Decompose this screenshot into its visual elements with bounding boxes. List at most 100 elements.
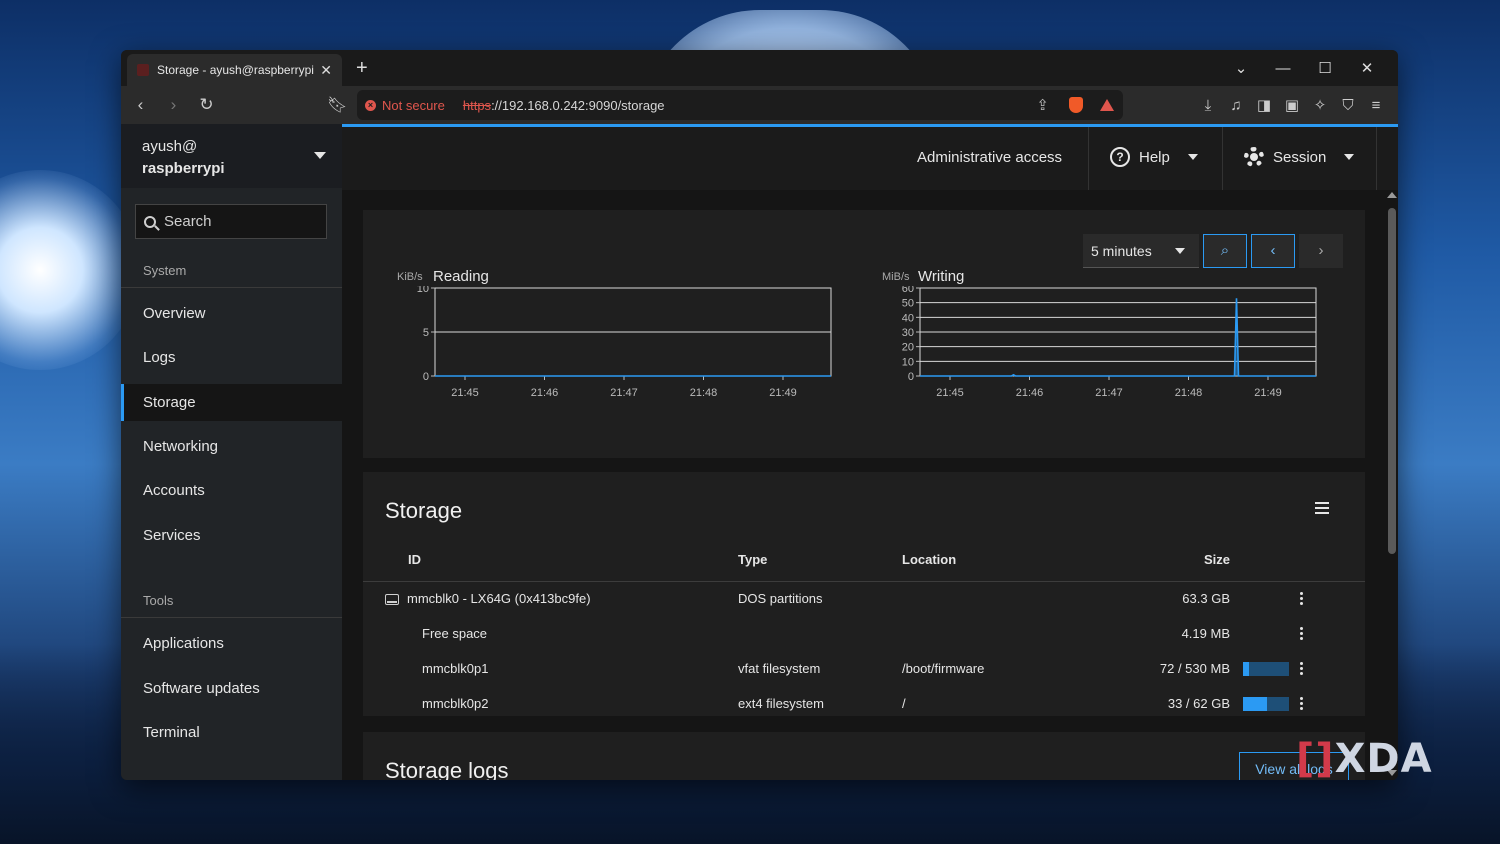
usage-bar [1243, 662, 1289, 677]
host-name: raspberrypi [142, 160, 225, 177]
favicon-icon [137, 64, 149, 76]
table-row[interactable]: mmcblk0 - LX64G (0x413bc9fe) DOS partitio… [363, 581, 1365, 616]
sidebar-item-terminal[interactable]: Terminal [121, 714, 342, 751]
sidebar-item-services[interactable]: Services [121, 517, 342, 554]
admin-access-button[interactable]: Administrative access [917, 149, 1062, 166]
menu-icon[interactable]: ≡ [1362, 97, 1390, 114]
x-tick-label: 21:48 [690, 387, 718, 399]
y-tick-label: 5 [423, 327, 429, 339]
scrollbar-thumb[interactable] [1388, 208, 1396, 554]
section-tools: Tools [143, 593, 174, 608]
storage-card: Storage ID Type Location Size mmcblk0 - … [363, 472, 1365, 716]
chevron-down-icon [314, 152, 326, 159]
kebab-icon[interactable] [1300, 697, 1304, 710]
forward-button[interactable]: › [160, 95, 187, 115]
reload-button[interactable]: ↻ [193, 95, 220, 115]
vpn-icon[interactable]: ⛉ [1334, 97, 1362, 114]
browser-tab[interactable]: Storage - ayush@raspberrypi ✕ [127, 54, 342, 86]
download-icon[interactable]: ⤓ [1194, 97, 1222, 114]
sidebar-item-overview[interactable]: Overview [121, 295, 342, 332]
row-type: vfat filesystem [738, 661, 821, 676]
previous-range-button[interactable]: ‹ [1251, 234, 1295, 268]
brave-shields-icon[interactable] [1069, 97, 1083, 113]
sidebar: ayush@ raspberrypi System Overview Logs … [121, 124, 342, 780]
row-location: /boot/firmware [902, 661, 985, 676]
search-box[interactable] [135, 204, 327, 239]
address-bar[interactable]: × Not secure https ://192.168.0.242:9090… [357, 90, 1123, 120]
security-status[interactable]: Not secure [382, 98, 445, 113]
column-id[interactable]: ID [363, 538, 738, 582]
top-header: Administrative access ? Help Session [342, 124, 1398, 190]
usage-bar-fill [1243, 662, 1250, 677]
writing-unit: MiB/s [882, 271, 910, 283]
host-user: ayush@ [142, 138, 198, 155]
writing-title: Writing [918, 268, 965, 285]
kebab-icon[interactable] [1300, 662, 1304, 675]
graph-controls: 5 minutes ⌕ ‹ › [1083, 234, 1343, 268]
tab-search-chevron-icon[interactable]: ⌄ [1220, 59, 1262, 77]
row-id-text: mmcblk0p2 [422, 696, 489, 711]
row-id-text: Free space [422, 626, 488, 641]
x-tick-label: 21:48 [1175, 387, 1203, 399]
column-location[interactable]: Location [902, 538, 1102, 582]
section-system: System [143, 263, 187, 278]
kebab-icon[interactable] [1300, 592, 1304, 606]
y-tick-label: 10 [902, 356, 914, 368]
sidebar-item-applications[interactable]: Applications [121, 625, 342, 662]
row-id: Free space [363, 616, 738, 651]
search-input[interactable] [164, 213, 314, 230]
sidebar-item-logs[interactable]: Logs [121, 339, 342, 376]
storage-menu-icon[interactable] [1315, 502, 1329, 517]
table-row[interactable]: mmcblk0p1 vfat filesystem/boot/firmware 72… [363, 651, 1365, 686]
time-range-select[interactable]: 5 minutes [1083, 234, 1199, 268]
io-graphs-card: 5 minutes ⌕ ‹ › KiB/s Reading 0 5 10 21:45 2… [363, 210, 1365, 458]
x-tick-label: 21:45 [936, 387, 964, 399]
column-type[interactable]: Type [738, 538, 902, 582]
x-tick-label: 21:46 [531, 387, 559, 399]
zoom-out-button[interactable]: ⌕ [1203, 234, 1247, 268]
divider [121, 617, 342, 618]
cockpit-app: ayush@ raspberrypi System Overview Logs … [121, 124, 1398, 780]
table-row[interactable]: mmcblk0p2 ext4 filesystem / 33 / 62 GB [363, 686, 1365, 721]
storage-logs-title: Storage logs [385, 758, 509, 780]
help-icon: ? [1110, 147, 1130, 167]
usage-bar-fill [1243, 697, 1268, 712]
sidebar-item-networking[interactable]: Networking [121, 428, 342, 465]
sidebar-toggle-icon[interactable]: ◨ [1250, 96, 1278, 114]
brave-rewards-icon[interactable] [1099, 98, 1115, 112]
help-menu-button[interactable]: ? Help [1110, 147, 1198, 167]
column-size[interactable]: Size [1102, 538, 1230, 582]
storage-title: Storage [385, 498, 463, 523]
row-size: 4.19 MB [1181, 626, 1230, 641]
sidebar-item-accounts[interactable]: Accounts [121, 472, 342, 509]
close-tab-icon[interactable]: ✕ [320, 62, 332, 79]
x-tick-label: 21:46 [1016, 387, 1044, 399]
sidebar-item-software-updates[interactable]: Software updates [121, 670, 342, 707]
column-usage [1230, 538, 1300, 582]
host-switcher[interactable]: ayush@ raspberrypi [121, 124, 342, 188]
media-icon[interactable]: ♫ [1222, 97, 1250, 114]
table-row[interactable]: Free space 4.19 MB [363, 616, 1365, 651]
wallet-icon[interactable]: ▣ [1278, 96, 1306, 114]
storage-logs-card: Storage logs View all logs [363, 732, 1365, 780]
divider [1222, 127, 1223, 190]
minimize-button[interactable]: — [1262, 60, 1304, 77]
session-label: Session [1273, 148, 1327, 166]
back-button[interactable]: ‹ [127, 95, 154, 115]
new-tab-button[interactable]: + [356, 57, 368, 80]
share-icon[interactable]: ⇪ [1036, 96, 1049, 114]
kebab-icon[interactable] [1300, 627, 1304, 640]
gear-icon [1244, 147, 1264, 167]
sidebar-item-storage[interactable]: Storage [121, 384, 342, 421]
next-range-button[interactable]: › [1299, 234, 1343, 268]
leo-ai-icon[interactable]: ✧ [1306, 96, 1334, 114]
bookmark-icon[interactable]: 🔖︎ [327, 95, 347, 115]
scroll-up-arrow-icon[interactable] [1387, 192, 1397, 198]
row-type: DOS partitions [738, 591, 823, 607]
column-actions [1300, 538, 1365, 582]
xda-logo: []XDA [1296, 736, 1433, 782]
session-menu-button[interactable]: Session [1244, 147, 1355, 167]
close-window-button[interactable]: ✕ [1346, 59, 1388, 77]
y-tick-label: 50 [902, 298, 914, 310]
maximize-button[interactable]: ☐ [1304, 59, 1346, 77]
